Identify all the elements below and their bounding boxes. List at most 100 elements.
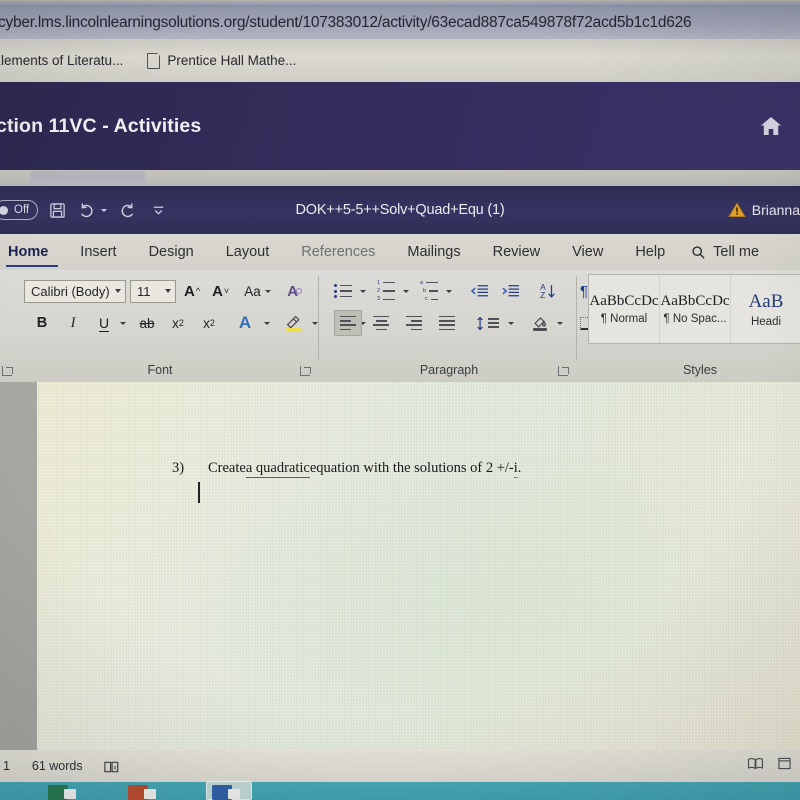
multilevel-dropdown-icon[interactable] bbox=[446, 289, 452, 293]
ribbon-body: Calibri (Body) 11 A ^ A ˅ Aa A B I U ab … bbox=[0, 270, 800, 382]
word-count[interactable]: 61 words bbox=[32, 759, 83, 773]
bookmark-item[interactable]: Prentice Hall Mathe... bbox=[147, 52, 296, 69]
tab-design[interactable]: Design bbox=[133, 234, 210, 270]
justify-icon[interactable] bbox=[433, 310, 461, 336]
bookmark-label: Elements of Literatu... bbox=[0, 53, 124, 68]
group-separator bbox=[576, 276, 577, 360]
taskbar-word-icon[interactable] bbox=[206, 781, 252, 800]
document-page[interactable]: 3) Create a quadratic equation with the … bbox=[37, 382, 800, 750]
bullets-icon[interactable] bbox=[330, 278, 356, 304]
document-paragraph[interactable]: 3) Create a quadratic equation with the … bbox=[172, 460, 521, 478]
user-account[interactable]: Brianna bbox=[727, 202, 800, 218]
tell-me-search[interactable]: Tell me bbox=[681, 234, 775, 270]
bold-icon[interactable]: B bbox=[30, 310, 54, 336]
tab-view[interactable]: View bbox=[556, 234, 619, 270]
screenshot-root: cyber.lms.lincolnlearningsolutions.org/s… bbox=[0, 0, 800, 800]
autosave-toggle[interactable]: Off bbox=[0, 200, 39, 220]
style-item-heading[interactable]: AaB Headi bbox=[731, 275, 800, 343]
underline-icon[interactable]: U bbox=[92, 310, 116, 336]
read-mode-icon[interactable] bbox=[747, 757, 764, 775]
tab-layout[interactable]: Layout bbox=[210, 234, 286, 270]
italic-label: I bbox=[70, 314, 76, 331]
view-mode-buttons bbox=[747, 757, 792, 775]
tab-insert[interactable]: Insert bbox=[64, 234, 132, 270]
font-size-combo[interactable]: 11 bbox=[130, 279, 176, 303]
grow-font-icon[interactable]: A ^ bbox=[180, 278, 204, 304]
numbering-icon[interactable]: 1 2 3 bbox=[373, 278, 399, 304]
grammar-flagged-text: a quadratic bbox=[245, 460, 310, 478]
change-case-label: Aa bbox=[244, 283, 261, 299]
align-right-icon[interactable] bbox=[400, 310, 428, 336]
customize-quick-access-icon[interactable] bbox=[152, 204, 165, 217]
window-top-edge bbox=[0, 0, 800, 7]
text-effects-icon[interactable]: A bbox=[233, 310, 257, 336]
bullets-dropdown-icon[interactable] bbox=[360, 289, 366, 293]
style-name: ¶ Normal bbox=[600, 313, 648, 325]
clear-formatting-icon[interactable]: A bbox=[283, 278, 307, 304]
line-spacing-dropdown-icon[interactable] bbox=[508, 321, 514, 325]
chevron-down-icon[interactable] bbox=[165, 289, 171, 293]
font-name-combo[interactable]: Calibri (Body) bbox=[24, 279, 126, 303]
change-case-icon[interactable]: Aa bbox=[240, 278, 275, 304]
align-center-icon[interactable] bbox=[367, 310, 395, 336]
superscript-icon[interactable]: x2 bbox=[197, 310, 221, 336]
proofing-errors-icon[interactable]: x bbox=[103, 760, 119, 773]
ribbon-collapse-launcher[interactable] bbox=[2, 366, 13, 376]
ribbon-group-styles: AaBbCcDc ¶ Normal AaBbCcDc ¶ No Spac... … bbox=[580, 270, 800, 382]
shrink-font-label: A bbox=[212, 282, 223, 300]
tab-review[interactable]: Review bbox=[477, 234, 557, 270]
tab-help[interactable]: Help bbox=[619, 234, 681, 270]
bookmark-item[interactable]: Elements of Literatu... bbox=[0, 53, 123, 68]
paragraph-group-label: Paragraph bbox=[419, 363, 479, 377]
tab-home[interactable]: Home bbox=[0, 234, 64, 270]
browser-address-bar[interactable]: cyber.lms.lincolnlearningsolutions.org/s… bbox=[0, 7, 800, 39]
powerpoint-page bbox=[144, 789, 156, 799]
strikethrough-icon[interactable]: ab bbox=[135, 310, 159, 336]
tab-references[interactable]: References bbox=[285, 234, 391, 270]
multilevel-list-icon[interactable]: a b c bbox=[416, 278, 442, 304]
redo-icon[interactable] bbox=[118, 202, 137, 219]
text-effects-dropdown-icon[interactable] bbox=[264, 321, 270, 325]
taskbar-powerpoint-icon[interactable] bbox=[128, 784, 158, 800]
tab-mailings[interactable]: Mailings bbox=[391, 234, 476, 270]
sort-icon[interactable]: AZ bbox=[536, 278, 560, 304]
svg-text:x: x bbox=[113, 764, 117, 771]
quick-access-toolbar: Off bbox=[0, 200, 165, 220]
style-sample: AaBbCcDc bbox=[589, 293, 659, 309]
search-icon bbox=[692, 245, 705, 259]
save-icon[interactable] bbox=[49, 202, 66, 219]
chevron-down-icon[interactable] bbox=[115, 289, 121, 293]
style-item-normal[interactable]: AaBbCcDc ¶ Normal bbox=[589, 275, 660, 343]
bold-label: B bbox=[36, 315, 48, 331]
italic-icon[interactable]: I bbox=[61, 310, 85, 336]
shading-color-swatch bbox=[533, 328, 547, 331]
print-layout-icon[interactable] bbox=[777, 757, 792, 775]
subscript-label: x bbox=[172, 315, 179, 331]
increase-indent-icon[interactable] bbox=[497, 278, 524, 304]
address-bar-url[interactable]: cyber.lms.lincolnlearningsolutions.org/s… bbox=[0, 14, 692, 32]
style-item-no-spacing[interactable]: AaBbCcDc ¶ No Spac... bbox=[660, 275, 731, 343]
text-highlight-color-icon[interactable] bbox=[281, 310, 305, 336]
undo-icon[interactable] bbox=[77, 202, 108, 219]
shading-dropdown-icon[interactable] bbox=[557, 321, 563, 325]
taskbar-excel-icon[interactable] bbox=[48, 784, 78, 800]
page-indicator[interactable]: f 1 bbox=[0, 759, 10, 773]
browser-tab[interactable] bbox=[30, 171, 145, 183]
numbering-dropdown-icon[interactable] bbox=[403, 289, 409, 293]
document-canvas[interactable]: 3) Create a quadratic equation with the … bbox=[0, 382, 800, 750]
paragraph-text-before: Create bbox=[208, 460, 246, 476]
tell-me-label: Tell me bbox=[713, 244, 760, 260]
home-icon[interactable] bbox=[758, 114, 784, 138]
shading-icon[interactable] bbox=[528, 310, 552, 336]
underline-dropdown-icon[interactable] bbox=[120, 321, 126, 325]
paragraph-dialog-launcher[interactable] bbox=[558, 366, 569, 376]
shrink-font-icon[interactable]: A ˅ bbox=[208, 278, 233, 304]
font-dialog-launcher[interactable] bbox=[300, 366, 311, 376]
subscript-icon[interactable]: x2 bbox=[166, 310, 190, 336]
line-spacing-icon[interactable] bbox=[472, 310, 503, 336]
align-left-icon[interactable] bbox=[334, 310, 362, 336]
styles-gallery[interactable]: AaBbCcDc ¶ Normal AaBbCcDc ¶ No Spac... … bbox=[588, 274, 800, 344]
decrease-indent-icon[interactable] bbox=[466, 278, 493, 304]
paragraph-text-middle: equation with the solutions of 2 +/- bbox=[309, 460, 514, 476]
undo-dropdown-icon[interactable] bbox=[101, 208, 108, 212]
